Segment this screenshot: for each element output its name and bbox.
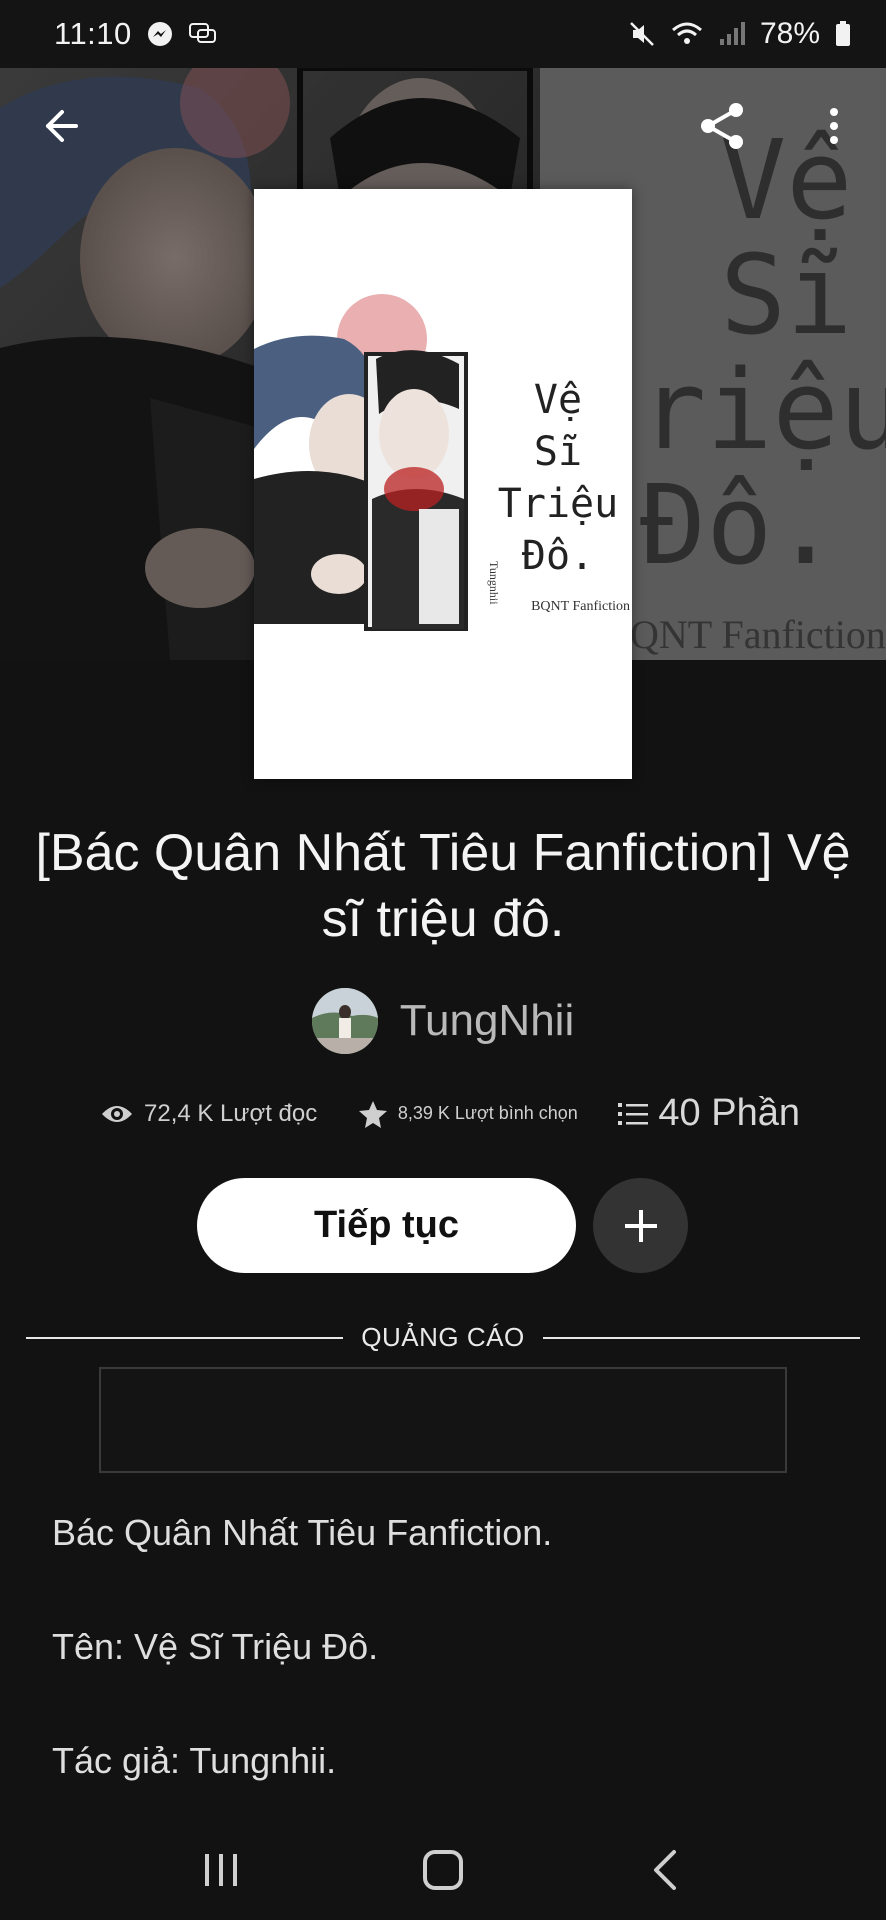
cover-subtitle: BQNT Fanfiction (531, 599, 630, 614)
share-icon (701, 103, 743, 149)
ad-divider: QUẢNG CÁO (26, 1322, 861, 1353)
story-stats: 72,4 K Lượt đọc 8,39 K Lượt bình chọn 40… (100, 1092, 800, 1135)
back-chevron-icon (654, 1850, 676, 1890)
plus-icon (624, 1209, 657, 1242)
star-icon (358, 1100, 387, 1128)
continue-reading-button[interactable]: Tiếp tục (197, 1178, 576, 1273)
mute-icon (628, 20, 656, 48)
signal-icon (718, 20, 746, 48)
avatar (311, 988, 378, 1054)
parts-stat[interactable]: 40 Phần (618, 1092, 800, 1135)
recent-apps-button[interactable] (181, 1830, 261, 1910)
more-vertical-icon (830, 108, 838, 144)
ad-slot[interactable] (99, 1367, 787, 1473)
clock: 11:10 (54, 16, 132, 51)
messenger-icon (146, 20, 174, 48)
add-to-library-button[interactable] (593, 1178, 688, 1273)
cover-title-line: Vệ (533, 377, 583, 423)
votes-stat: 8,39 K Lượt bình chọn (358, 1099, 578, 1129)
story-detail-screen: 11:10 78% Vệ Sĩ riệu Đô. QNT Fanfiction … (0, 0, 886, 1920)
divider-line (542, 1336, 861, 1339)
back-button[interactable] (28, 94, 92, 158)
home-icon (423, 1850, 463, 1890)
cover-author-mark: Tungnhii (487, 561, 501, 605)
reads-stat: 72,4 K Lượt đọc (100, 1100, 317, 1128)
author-name: TungNhii (399, 996, 575, 1045)
back-nav-button[interactable] (625, 1830, 705, 1910)
recent-apps-icon (205, 1854, 237, 1886)
divider-line (26, 1336, 344, 1339)
battery-level: 78% (759, 17, 820, 50)
description-line: Bác Quân Nhất Tiêu Fanfiction. (52, 1512, 553, 1553)
cover-title: Vệ Sĩ Triệu Đô. (488, 374, 628, 582)
share-button[interactable] (690, 94, 754, 158)
story-title: [Bác Quân Nhất Tiêu Fanfiction] Vệ sĩ tr… (35, 824, 851, 948)
eye-icon (102, 1105, 132, 1122)
ad-label: QUẢNG CÁO (361, 1322, 525, 1352)
cover-title-line: Triệu (497, 481, 619, 527)
reads-count: 72,4 K Lượt đọc (144, 1099, 318, 1127)
more-options-button[interactable] (802, 94, 866, 158)
book-cover[interactable]: Vệ Sĩ Triệu Đô. BQNT Fanfiction Tungnhii (254, 189, 632, 779)
story-description: Bác Quân Nhất Tiêu Fanfiction. Tên: Vệ S… (52, 1515, 842, 1857)
parts-count: 40 Phần (658, 1092, 800, 1134)
system-nav-bar (0, 1820, 886, 1920)
author-link[interactable]: TungNhii (0, 988, 886, 1054)
status-bar-left: 11:10 (54, 16, 218, 52)
description-line: Tên: Vệ Sĩ Triệu Đô. (52, 1626, 379, 1667)
status-bar-right: 78% (628, 17, 852, 51)
votes-count: 8,39 K Lượt bình chọn (397, 1103, 578, 1123)
list-icon (618, 1102, 649, 1125)
description-line: Tác giả: Tungnhii. (52, 1740, 337, 1781)
battery-icon (834, 20, 852, 48)
home-button[interactable] (403, 1830, 483, 1910)
arrow-left-icon (46, 110, 78, 142)
cover-title-line: Đô. (521, 533, 595, 579)
status-bar: 11:10 78% (0, 0, 886, 68)
cover-title-line: Sĩ (533, 429, 583, 475)
chat-icon (188, 21, 218, 47)
wifi-icon (670, 20, 704, 48)
